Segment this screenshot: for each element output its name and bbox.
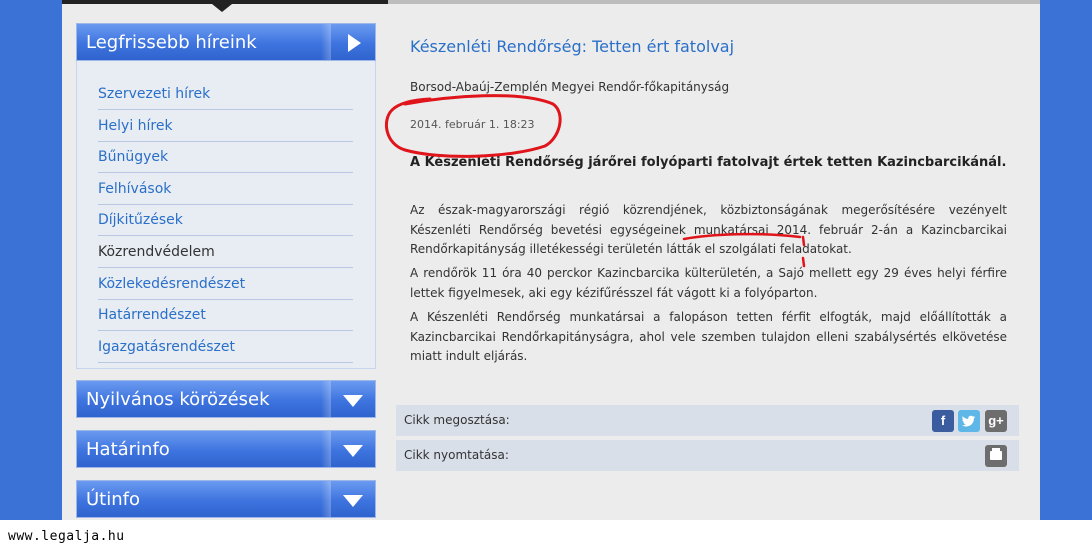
latest-news-title: Legfrissebb híreink xyxy=(86,32,257,53)
chevron-down-icon xyxy=(343,495,363,507)
article-title: Készenléti Rendőrség: Tetten ért fatolva… xyxy=(410,37,735,56)
border-info-title: Határinfo xyxy=(86,439,170,460)
site-watermark: www.legalja.hu xyxy=(8,529,125,544)
facebook-icon[interactable]: f xyxy=(932,410,954,432)
twitter-icon[interactable] xyxy=(958,410,980,432)
road-info-header[interactable]: Útinfo xyxy=(76,480,376,518)
sidebar: Legfrissebb híreink Szervezeti hírek Hel… xyxy=(76,23,376,369)
chevron-down-icon xyxy=(343,445,363,457)
news-category-list: Szervezeti hírek Helyi hírek Bűnügyek Fe… xyxy=(76,61,376,369)
article-source: Borsod-Abaúj-Zemplén Megyei Rendőr-főkap… xyxy=(410,80,730,94)
wanted-persons-title: Nyilvános körözések xyxy=(86,389,270,410)
chevron-down-icon xyxy=(343,395,363,407)
sidebar-item-kozlekedesrendeszet[interactable]: Közlekedésrendészet xyxy=(98,269,353,300)
sidebar-item-igazgatasrendeszet[interactable]: Igazgatásrendészet xyxy=(98,332,353,363)
wanted-persons-header[interactable]: Nyilvános körözések xyxy=(76,380,376,418)
printer-icon[interactable] xyxy=(985,445,1007,467)
print-bar: Cikk nyomtatása: xyxy=(396,440,1019,471)
background-right xyxy=(1040,0,1092,520)
road-info-title: Útinfo xyxy=(86,489,140,510)
article-date: 2014. február 1. 18:23 xyxy=(410,118,535,131)
sidebar-item-helyi-hirek[interactable]: Helyi hírek xyxy=(98,111,353,142)
sidebar-item-kozrendvedelem[interactable]: Közrendvédelem xyxy=(98,237,353,268)
sidebar-item-szervezeti-hirek[interactable]: Szervezeti hírek xyxy=(98,79,353,110)
share-label: Cikk megosztása: xyxy=(404,413,510,427)
article-paragraph-3: A Készenléti Rendőrség munkatársai a fal… xyxy=(410,310,1007,363)
sidebar-item-dijkituzesek[interactable]: Díjkitűzések xyxy=(98,205,353,237)
top-bar-gray xyxy=(388,0,1040,4)
article-paragraph-2: A rendőrök 11 óra 40 perckor Kazincbarci… xyxy=(410,266,1007,300)
border-info-header[interactable]: Határinfo xyxy=(76,430,376,468)
print-label: Cikk nyomtatása: xyxy=(404,448,509,462)
sidebar-item-felhivasok[interactable]: Felhívások xyxy=(98,174,353,205)
twitter-bird-icon xyxy=(962,415,976,427)
latest-news-header[interactable]: Legfrissebb híreink xyxy=(76,23,376,61)
share-bar: Cikk megosztása: f g+ xyxy=(396,405,1019,436)
google-plus-icon[interactable]: g+ xyxy=(985,410,1007,432)
top-bar-notch xyxy=(212,4,232,12)
sidebar-item-bunugyek[interactable]: Bűnügyek xyxy=(98,142,353,174)
chevron-right-icon xyxy=(348,34,361,52)
article-paragraph-1: Az észak-magyarországi régió közrendjéne… xyxy=(410,203,1007,256)
background-left xyxy=(0,0,62,520)
sidebar-item-hatarrendeszet[interactable]: Határrendészet xyxy=(98,300,353,332)
article-lead: A Készenléti Rendőrség járőrei folyópart… xyxy=(410,155,1007,170)
